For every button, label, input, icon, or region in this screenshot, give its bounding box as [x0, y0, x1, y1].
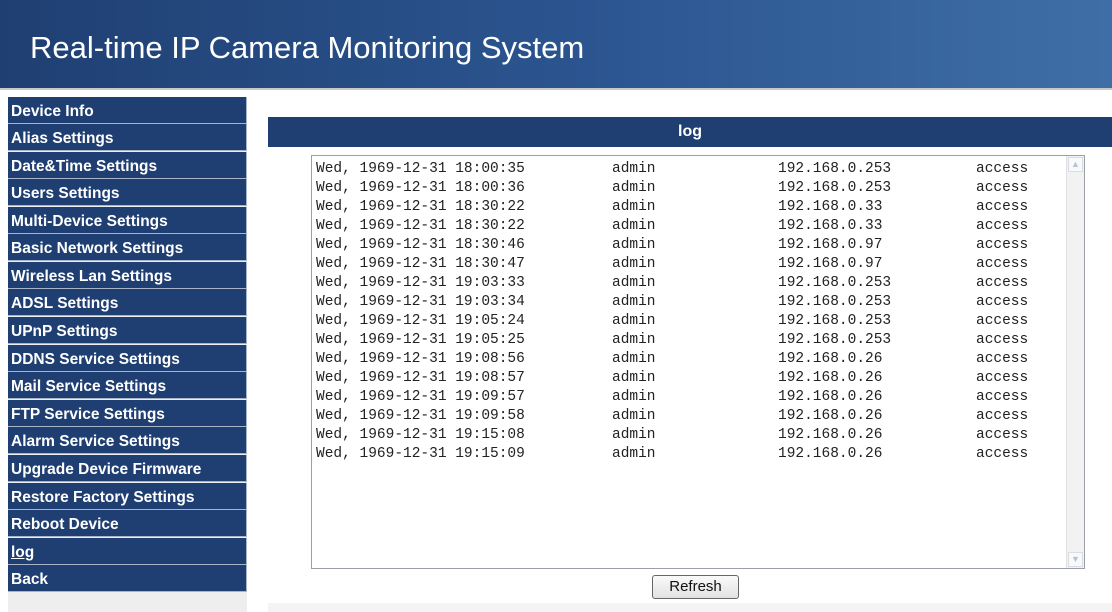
log-user: admin [612, 256, 656, 272]
sidebar-item-alias-settings[interactable]: Alias Settings [8, 124, 247, 151]
sidebar-item-reboot-device[interactable]: Reboot Device [8, 510, 247, 537]
log-action: access [976, 180, 1029, 196]
sidebar-item-alarm-service-settings[interactable]: Alarm Service Settings [8, 427, 247, 454]
sidebar-nav: Device Info Alias Settings Date&Time Setti… [8, 97, 247, 612]
log-user: admin [612, 427, 656, 443]
app-header: Real-time IP Camera Monitoring System [0, 0, 1112, 90]
log-time: Wed, 1969-12-31 18:30:22 [316, 218, 525, 234]
log-user: admin [612, 294, 656, 310]
log-ip: 192.168.0.26 [778, 370, 883, 386]
log-time: Wed, 1969-12-31 19:05:25 [316, 332, 525, 348]
log-user: admin [612, 313, 656, 329]
content-footer-strip [268, 603, 1112, 612]
app-title: Real-time IP Camera Monitoring System [30, 30, 585, 65]
log-time: Wed, 1969-12-31 19:08:57 [316, 370, 525, 386]
scroll-down-arrow-icon[interactable]: ▼ [1068, 552, 1083, 567]
log-time: Wed, 1969-12-31 19:09:57 [316, 389, 525, 405]
panel-title: log [268, 117, 1112, 147]
log-user: admin [612, 218, 656, 234]
log-time: Wed, 1969-12-31 19:09:58 [316, 408, 525, 424]
log-user: admin [612, 180, 656, 196]
log-time: Wed, 1969-12-31 19:05:24 [316, 313, 525, 329]
log-ip: 192.168.0.253 [778, 180, 892, 196]
refresh-button[interactable]: Refresh [652, 575, 739, 599]
sidebar-item-wireless-lan-settings[interactable]: Wireless Lan Settings [8, 262, 247, 289]
log-ip: 192.168.0.253 [778, 161, 892, 177]
log-action: access [976, 351, 1029, 367]
log-action: access [976, 199, 1029, 215]
log-time: Wed, 1969-12-31 18:30:22 [316, 199, 525, 215]
log-ip: 192.168.0.26 [778, 446, 883, 462]
log-ip: 192.168.0.97 [778, 237, 883, 253]
log-action: access [976, 256, 1029, 272]
sidebar-item-device-info[interactable]: Device Info [8, 97, 247, 124]
log-time: Wed, 1969-12-31 18:00:35 [316, 161, 525, 177]
log-ip: 192.168.0.26 [778, 389, 883, 405]
log-ip: 192.168.0.26 [778, 427, 883, 443]
log-action: access [976, 408, 1029, 424]
log-action: access [976, 446, 1029, 462]
log-user: admin [612, 161, 656, 177]
log-ip: 192.168.0.253 [778, 294, 892, 310]
log-action: access [976, 427, 1029, 443]
log-action: access [976, 370, 1029, 386]
log-time: Wed, 1969-12-31 18:00:36 [316, 180, 525, 196]
log-ip: 192.168.0.26 [778, 408, 883, 424]
log-ip: 192.168.0.97 [778, 256, 883, 272]
sidebar-item-restore-factory-settings[interactable]: Restore Factory Settings [8, 483, 247, 510]
log-action: access [976, 237, 1029, 253]
log-action: access [976, 218, 1029, 234]
log-action: access [976, 389, 1029, 405]
vertical-scrollbar[interactable]: ▲ ▼ [1066, 156, 1084, 568]
log-time: Wed, 1969-12-31 19:15:08 [316, 427, 525, 443]
log-user: admin [612, 275, 656, 291]
log-action: access [976, 161, 1029, 177]
log-user: admin [612, 332, 656, 348]
log-textarea[interactable]: ▲ ▼ Wed, 1969-12-31 18:00:35 admin 192.168… [311, 155, 1085, 569]
log-action: access [976, 313, 1029, 329]
log-time: Wed, 1969-12-31 19:15:09 [316, 446, 525, 462]
sidebar-item-ddns-service-settings[interactable]: DDNS Service Settings [8, 345, 247, 372]
sidebar-item-ftp-service-settings[interactable]: FTP Service Settings [8, 400, 247, 427]
log-time: Wed, 1969-12-31 18:30:47 [316, 256, 525, 272]
sidebar-item-multi-device-settings[interactable]: Multi-Device Settings [8, 207, 247, 234]
sidebar-item-upgrade-device-firmware[interactable]: Upgrade Device Firmware [8, 455, 247, 482]
log-ip: 192.168.0.253 [778, 313, 892, 329]
sidebar-item-log[interactable]: log [8, 538, 247, 565]
log-user: admin [612, 199, 656, 215]
log-time: Wed, 1969-12-31 19:03:34 [316, 294, 525, 310]
sidebar-item-upnp-settings[interactable]: UPnP Settings [8, 317, 247, 344]
log-time: Wed, 1969-12-31 19:03:33 [316, 275, 525, 291]
log-user: admin [612, 370, 656, 386]
log-ip: 192.168.0.253 [778, 275, 892, 291]
sidebar-item-users-settings[interactable]: Users Settings [8, 179, 247, 206]
sidebar-item-adsl-settings[interactable]: ADSL Settings [8, 289, 247, 316]
log-action: access [976, 332, 1029, 348]
log-user: admin [612, 389, 656, 405]
log-ip: 192.168.0.33 [778, 199, 883, 215]
sidebar-item-mail-service-settings[interactable]: Mail Service Settings [8, 372, 247, 399]
log-time: Wed, 1969-12-31 19:08:56 [316, 351, 525, 367]
scroll-up-arrow-icon[interactable]: ▲ [1068, 157, 1083, 172]
log-ip: 192.168.0.26 [778, 351, 883, 367]
log-ip: 192.168.0.33 [778, 218, 883, 234]
log-action: access [976, 275, 1029, 291]
sidebar-item-back[interactable]: Back [8, 565, 247, 592]
sidebar-item-date-time-settings[interactable]: Date&Time Settings [8, 152, 247, 179]
log-action: access [976, 294, 1029, 310]
log-user: admin [612, 237, 656, 253]
log-user: admin [612, 446, 656, 462]
log-ip: 192.168.0.253 [778, 332, 892, 348]
log-time: Wed, 1969-12-31 18:30:46 [316, 237, 525, 253]
sidebar-item-basic-network-settings[interactable]: Basic Network Settings [8, 234, 247, 261]
log-user: admin [612, 351, 656, 367]
log-user: admin [612, 408, 656, 424]
